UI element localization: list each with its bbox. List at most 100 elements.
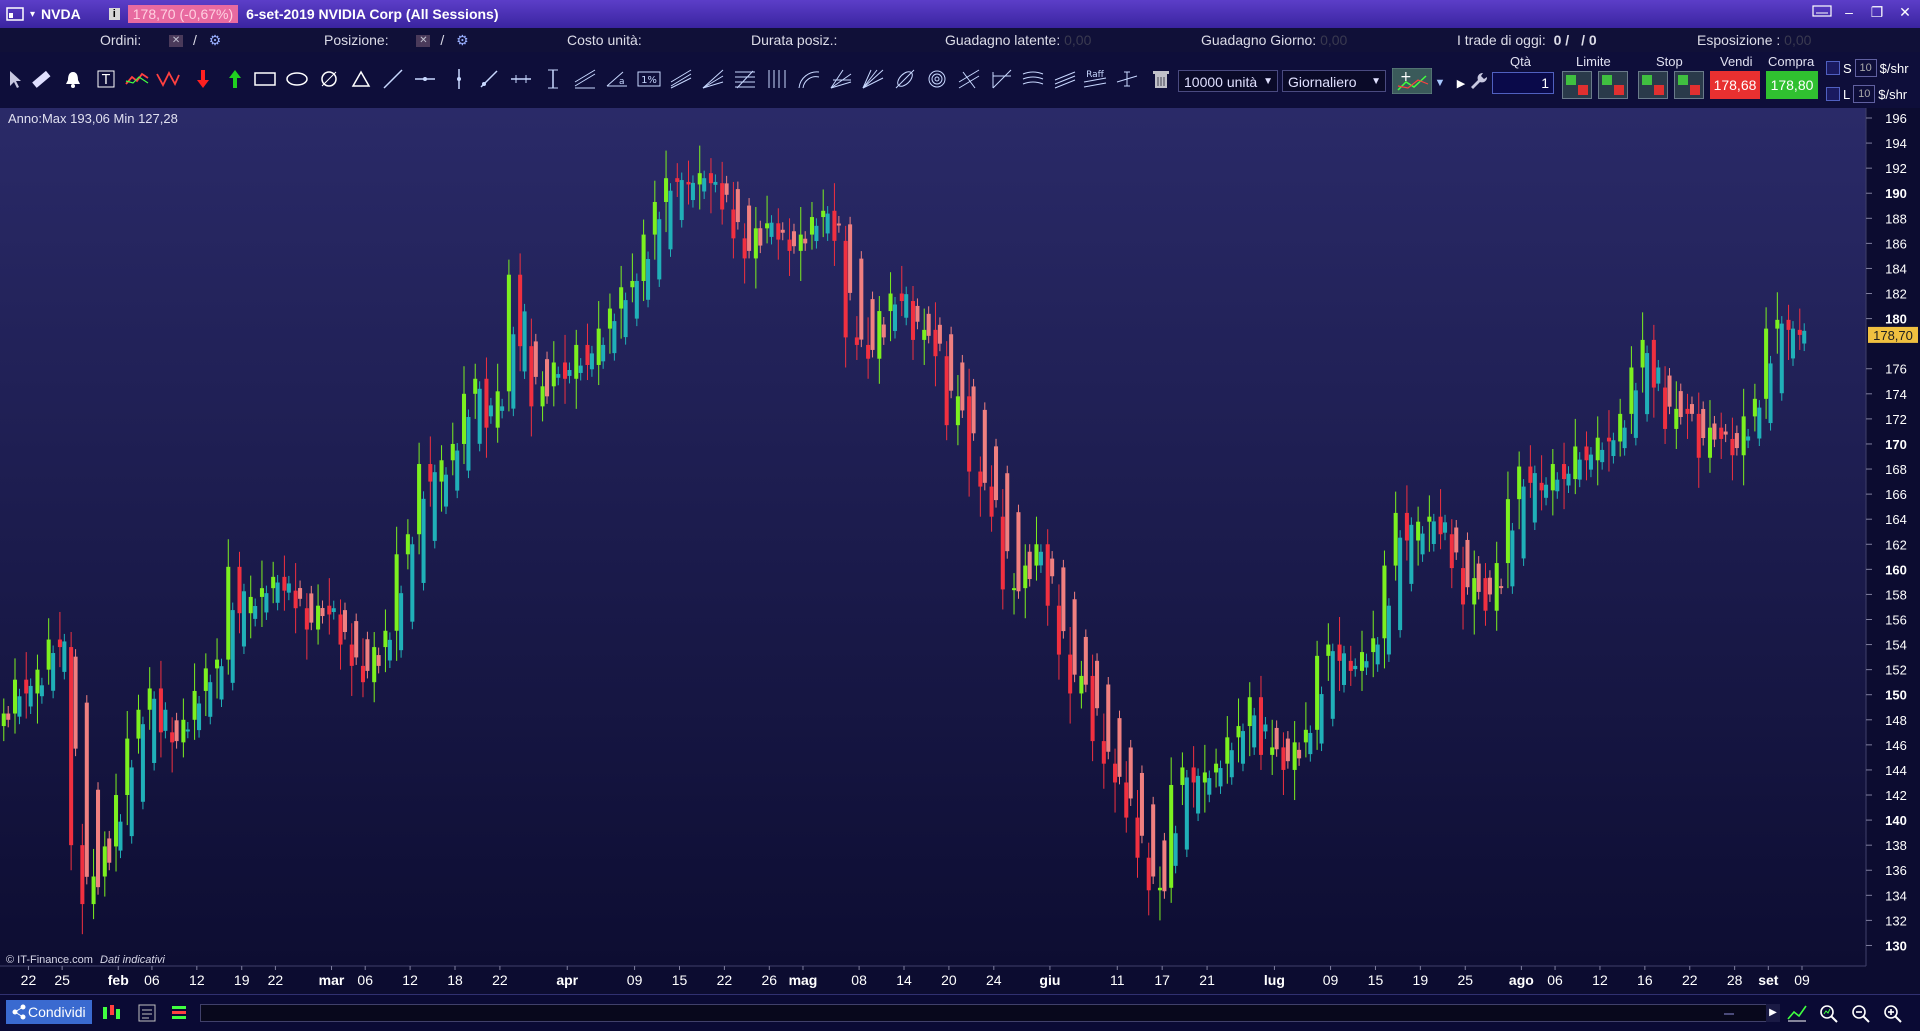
candle[interactable] <box>1023 565 1028 589</box>
circle-icon[interactable] <box>316 66 342 92</box>
ruler-icon[interactable] <box>28 66 54 92</box>
candle[interactable] <box>955 396 960 426</box>
candle[interactable] <box>551 362 556 387</box>
candle[interactable] <box>1494 563 1499 611</box>
candle[interactable] <box>136 709 141 739</box>
candle[interactable] <box>798 234 803 251</box>
candle[interactable] <box>877 311 882 359</box>
candle[interactable] <box>596 328 601 365</box>
limit-sell-button[interactable] <box>1598 71 1628 99</box>
candle[interactable] <box>1584 446 1589 461</box>
candle[interactable] <box>1685 408 1690 414</box>
candle[interactable] <box>1034 544 1039 566</box>
candle[interactable] <box>226 566 231 660</box>
candle[interactable] <box>181 719 186 743</box>
candle[interactable] <box>1292 742 1297 770</box>
chart-type-icon[interactable] <box>100 1003 122 1023</box>
candle[interactable] <box>439 460 444 482</box>
candle[interactable] <box>1461 568 1466 605</box>
candle[interactable] <box>1663 387 1668 429</box>
candle[interactable] <box>888 293 893 312</box>
candle[interactable] <box>1270 747 1275 755</box>
candle[interactable] <box>630 280 635 288</box>
ellipse-rotated-icon[interactable] <box>892 66 918 92</box>
buy-button[interactable]: 178,80 <box>1766 71 1818 99</box>
candle[interactable] <box>1 713 6 727</box>
candle[interactable] <box>1517 466 1522 500</box>
candle[interactable] <box>1101 741 1106 764</box>
long-checkbox[interactable] <box>1826 87 1840 101</box>
candle[interactable] <box>1696 413 1701 458</box>
candle[interactable] <box>1382 565 1387 639</box>
candle[interactable] <box>271 576 276 589</box>
candle[interactable] <box>259 588 264 597</box>
candle[interactable] <box>1258 697 1263 755</box>
candle[interactable] <box>316 605 321 630</box>
candle[interactable] <box>518 274 523 347</box>
candle[interactable] <box>57 639 62 648</box>
candle[interactable] <box>12 679 18 714</box>
long-size-input[interactable]: 10 <box>1853 85 1876 103</box>
candle[interactable] <box>35 669 40 694</box>
triangle-icon[interactable] <box>348 66 374 92</box>
position-gear-icon[interactable]: ⚙ <box>456 32 469 48</box>
ray-icon[interactable] <box>476 66 502 92</box>
fit-chart-icon[interactable] <box>1786 1003 1808 1023</box>
candle[interactable] <box>1180 767 1185 785</box>
minimize-icon[interactable]: – <box>1840 4 1858 21</box>
candle[interactable] <box>1595 437 1600 461</box>
candle[interactable] <box>697 173 702 185</box>
candle[interactable] <box>686 181 691 185</box>
candle[interactable] <box>1797 329 1802 335</box>
candle[interactable] <box>664 178 669 202</box>
candle[interactable] <box>450 443 455 461</box>
alert-bell-icon[interactable] <box>60 66 86 92</box>
candle[interactable] <box>1056 605 1061 655</box>
candle[interactable] <box>1707 427 1712 458</box>
keyboard-icon[interactable] <box>1812 4 1832 21</box>
candle[interactable] <box>293 590 298 609</box>
fib-fan-icon[interactable] <box>700 66 726 92</box>
candle[interactable] <box>1348 660 1353 671</box>
share-button[interactable]: Condividi <box>6 1000 92 1024</box>
trash-icon[interactable] <box>1148 66 1174 92</box>
candle[interactable] <box>147 688 152 710</box>
candle[interactable] <box>574 344 579 379</box>
candle[interactable] <box>1640 339 1645 368</box>
candle[interactable] <box>1483 578 1488 611</box>
candle[interactable] <box>69 647 74 846</box>
candle[interactable] <box>248 596 253 614</box>
candle[interactable] <box>80 845 85 905</box>
candle[interactable] <box>529 346 534 407</box>
speed-lines-icon[interactable] <box>860 66 886 92</box>
fib-retracement-icon[interactable] <box>732 66 758 92</box>
candle[interactable] <box>832 210 837 241</box>
candle[interactable] <box>1236 726 1241 738</box>
andrews-icon[interactable] <box>956 66 982 92</box>
candle[interactable] <box>1315 655 1320 730</box>
candle[interactable] <box>1427 516 1432 522</box>
candle[interactable] <box>1393 512 1398 566</box>
candle[interactable] <box>327 605 332 615</box>
percent-icon[interactable]: 1% <box>636 66 662 92</box>
zoom-fit-icon[interactable] <box>1818 1003 1840 1023</box>
candle[interactable] <box>1012 588 1017 591</box>
candle[interactable] <box>170 732 175 743</box>
candle[interactable] <box>473 378 478 394</box>
candle[interactable] <box>641 234 646 281</box>
candle[interactable] <box>46 639 51 670</box>
sell-button[interactable]: 178,68 <box>1710 71 1760 99</box>
close-icon[interactable]: ✕ <box>1896 4 1914 21</box>
candle[interactable] <box>215 659 220 669</box>
buy-arrow-icon[interactable] <box>222 66 248 92</box>
candle[interactable] <box>1135 817 1140 858</box>
pointer-icon[interactable] <box>2 66 28 92</box>
fib-time-icon[interactable] <box>764 66 790 92</box>
candle[interactable] <box>1326 644 1331 656</box>
candle[interactable] <box>1651 339 1656 388</box>
candle[interactable] <box>405 534 410 555</box>
candle[interactable] <box>1079 675 1084 694</box>
candle[interactable] <box>1550 464 1555 491</box>
orders-gear-icon[interactable]: ⚙ <box>209 32 222 48</box>
candle[interactable] <box>1157 887 1162 891</box>
